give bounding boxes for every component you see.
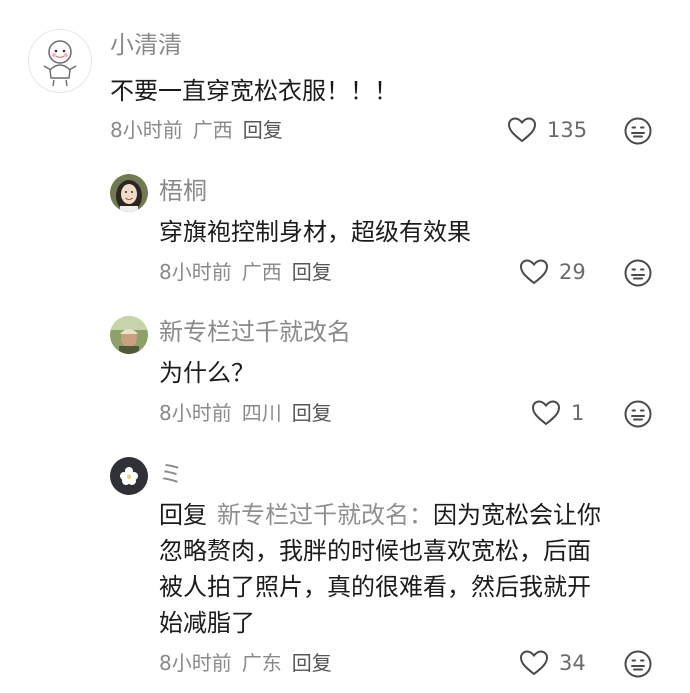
comment-time: 8小时前 [159,260,232,284]
comment-text: 为什么？ [159,359,255,387]
like-button[interactable]: 34 [519,648,586,678]
comment-location: 广西 [241,260,282,284]
heart-outline-icon [519,650,549,676]
avatar[interactable] [110,316,148,354]
comment-text-line: 始减脂了 [159,609,255,637]
comment-text-line: 忽略赘肉，我胖的时候也喜欢宽松，后面 [159,537,591,565]
comment-meta: 8小时前 四川 回复 [159,400,342,426]
comment-meta: 8小时前 广东 回复 [159,650,342,676]
heart-outline-icon [531,400,561,426]
emoji-react-button[interactable] [623,258,653,288]
comment-text: 回复 新专栏过千就改名：因为宽松会让你 忽略赘肉，我胖的时候也喜欢宽松，后面 被人… [159,497,659,641]
comment-time: 8小时前 [110,118,183,142]
comment-username[interactable]: 小清清 [110,30,182,60]
avatar[interactable] [110,174,148,212]
avatar[interactable] [28,29,92,93]
like-count: 135 [547,118,588,142]
like-count: 34 [559,651,586,675]
comment-username[interactable]: 梧桐 [159,176,207,206]
comment-time: 8小时前 [159,651,232,675]
comment-text-line: 被人拍了照片，真的很难看，然后我就开 [159,573,591,601]
reply-button[interactable]: 回复 [292,401,332,425]
comment-text: 不要一直穿宽松衣服！！！ [110,77,398,105]
emoji-react-button[interactable] [623,399,653,429]
comment-meta: 8小时前 广西 回复 [110,117,293,143]
like-button[interactable]: 1 [531,398,584,428]
avatar[interactable] [110,457,148,495]
reply-prefix: 回复 [159,501,207,529]
like-count: 29 [559,260,586,284]
comment-text-line: 因为宽松会让你 [433,501,601,529]
like-button[interactable]: 135 [507,115,587,145]
heart-outline-icon [507,117,537,143]
comment-meta: 8小时前 广西 回复 [159,259,342,285]
comment-username[interactable]: 新专栏过千就改名 [159,317,351,347]
emoji-face-icon [624,117,652,145]
reply-button[interactable]: 回复 [243,118,283,142]
like-button[interactable]: 29 [519,257,586,287]
emoji-react-button[interactable] [623,116,653,146]
comment-location: 广西 [192,118,233,142]
comment-username[interactable]: ミ [159,459,183,489]
emoji-face-icon [624,650,652,678]
emoji-react-button[interactable] [623,649,653,679]
heart-outline-icon [519,259,549,285]
comment-location: 广东 [241,651,282,675]
comment-text: 穿旗袍控制身材，超级有效果 [159,218,471,246]
comment-location: 四川 [241,401,282,425]
reply-target-username[interactable]: 新专栏过千就改名： [217,501,433,529]
comment-time: 8小时前 [159,401,232,425]
reply-button[interactable]: 回复 [292,260,332,284]
like-count: 1 [571,401,585,425]
emoji-face-icon [624,259,652,287]
emoji-face-icon [624,400,652,428]
reply-button[interactable]: 回复 [292,651,332,675]
